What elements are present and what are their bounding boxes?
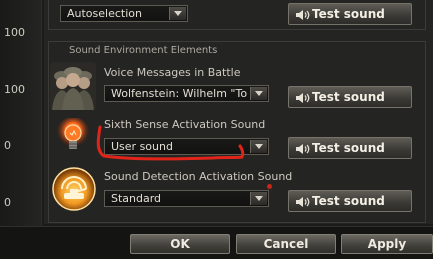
speaker-icon bbox=[296, 197, 310, 207]
cancel-button[interactable]: Cancel bbox=[236, 234, 336, 254]
left-value-2: 100 bbox=[4, 83, 25, 96]
left-value-column: 100 100 0 0 bbox=[0, 0, 42, 226]
test-sound-button-sound-detection[interactable]: Test sound bbox=[288, 190, 412, 212]
speaker-icon bbox=[296, 93, 310, 103]
row-label-sound-detection: Sound Detection Activation Sound bbox=[104, 170, 293, 183]
test-sound-button-voice[interactable]: Test sound bbox=[288, 86, 412, 108]
apply-button[interactable]: Apply bbox=[341, 234, 433, 254]
notification-dot bbox=[267, 184, 272, 189]
left-value-3: 0 bbox=[4, 139, 11, 152]
button-label: Test sound bbox=[312, 194, 385, 208]
chevron-down-icon[interactable] bbox=[250, 140, 267, 153]
speaker-icon bbox=[296, 10, 310, 20]
select-value: Wolfenstein: Wilhelm "To bbox=[111, 87, 248, 100]
button-label: Test sound bbox=[312, 7, 385, 21]
radar-tank-icon bbox=[52, 167, 96, 211]
top-sound-select[interactable]: Autoselection bbox=[60, 5, 188, 22]
test-sound-button-top[interactable]: Test sound bbox=[288, 3, 412, 25]
chevron-down-icon[interactable] bbox=[250, 87, 267, 100]
speaker-icon bbox=[296, 144, 310, 154]
chevron-down-icon[interactable] bbox=[250, 192, 267, 205]
lightbulb-icon bbox=[56, 118, 90, 151]
sound-detection-select[interactable]: Standard bbox=[104, 190, 269, 207]
row-label-sixth-sense: Sixth Sense Activation Sound bbox=[104, 118, 266, 131]
left-value-4: 0 bbox=[4, 196, 11, 209]
button-label: Test sound bbox=[312, 141, 385, 155]
select-value: Autoselection bbox=[67, 7, 142, 20]
row-label-voice-messages: Voice Messages in Battle bbox=[104, 66, 241, 79]
test-sound-button-sixth-sense[interactable]: Test sound bbox=[288, 137, 412, 159]
button-label: Test sound bbox=[312, 90, 385, 104]
ok-button[interactable]: OK bbox=[130, 234, 230, 254]
select-value: User sound bbox=[111, 140, 173, 153]
soldiers-portrait-icon bbox=[50, 62, 96, 110]
section-title: Sound Environment Elements bbox=[66, 45, 221, 56]
select-value: Standard bbox=[111, 192, 162, 205]
left-value-1: 100 bbox=[4, 26, 25, 39]
sixth-sense-select[interactable]: User sound bbox=[104, 138, 269, 155]
chevron-down-icon[interactable] bbox=[169, 7, 186, 20]
voice-messages-select[interactable]: Wolfenstein: Wilhelm "To bbox=[104, 85, 269, 102]
